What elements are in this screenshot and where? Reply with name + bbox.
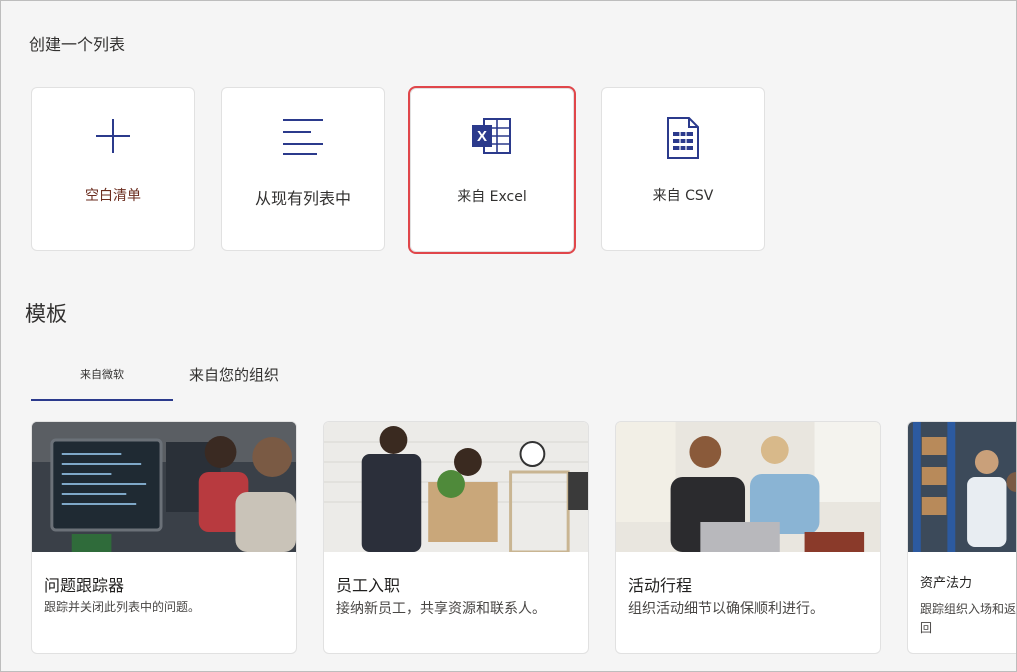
template-title: 问题跟踪器: [44, 576, 125, 595]
template-title: 员工入职: [336, 576, 401, 595]
blank-list-label: 空白清单: [85, 188, 141, 204]
tab-from-microsoft[interactable]: 来自微软: [31, 357, 173, 401]
template-description: 跟踪并关闭此列表中的问题。: [44, 600, 201, 614]
from-existing-list-card[interactable]: 从现有列表中: [221, 87, 385, 251]
event-itinerary-image: [616, 422, 880, 552]
list-lines-icon: [222, 116, 384, 156]
from-csv-label: 来自 CSV: [652, 188, 714, 204]
template-card-issue-tracker[interactable]: 问题跟踪器 跟踪并关闭此列表中的问题。: [31, 421, 297, 654]
issue-tracker-image: [32, 422, 296, 552]
create-list-panel: 创建一个列表 空白清单 从现有列表中 X 来自 Excel 来自 CSV 模板 …: [0, 0, 1017, 672]
template-card-employee-onboarding[interactable]: 员工入职 接纳新员工，共享资源和联系人。: [323, 421, 589, 654]
template-description: 接纳新员工，共享资源和联系人。: [336, 601, 546, 617]
template-description: 跟踪组织入场和返回: [920, 602, 1017, 635]
tab-from-organization-label: 来自您的组织: [189, 366, 280, 384]
plus-icon: [32, 116, 194, 156]
blank-list-card[interactable]: 空白清单: [31, 87, 195, 251]
template-title: 资产法力: [920, 576, 973, 591]
asset-manager-image: [908, 422, 1016, 552]
template-title: 活动行程: [628, 576, 693, 595]
tab-from-microsoft-label: 来自微软: [80, 368, 124, 381]
employee-onboarding-image: [324, 422, 588, 552]
template-card-event-itinerary[interactable]: 活动行程 组织活动细节以确保顺利进行。: [615, 421, 881, 654]
create-list-title: 创建一个列表: [29, 35, 126, 54]
from-excel-card[interactable]: X 来自 Excel: [408, 86, 576, 254]
csv-document-icon: [602, 116, 764, 159]
template-card-asset-manager[interactable]: 资产法力 跟踪组织入场和返回: [907, 421, 1017, 654]
tab-from-organization[interactable]: 来自您的组织: [189, 357, 319, 401]
excel-icon: X: [411, 117, 573, 157]
from-excel-label: 来自 Excel: [457, 189, 527, 205]
svg-text:X: X: [477, 128, 487, 145]
template-description: 组织活动细节以确保顺利进行。: [628, 601, 824, 617]
from-csv-card[interactable]: 来自 CSV: [601, 87, 765, 251]
templates-title: 模板: [25, 302, 67, 326]
from-existing-list-label: 从现有列表中: [254, 189, 351, 208]
